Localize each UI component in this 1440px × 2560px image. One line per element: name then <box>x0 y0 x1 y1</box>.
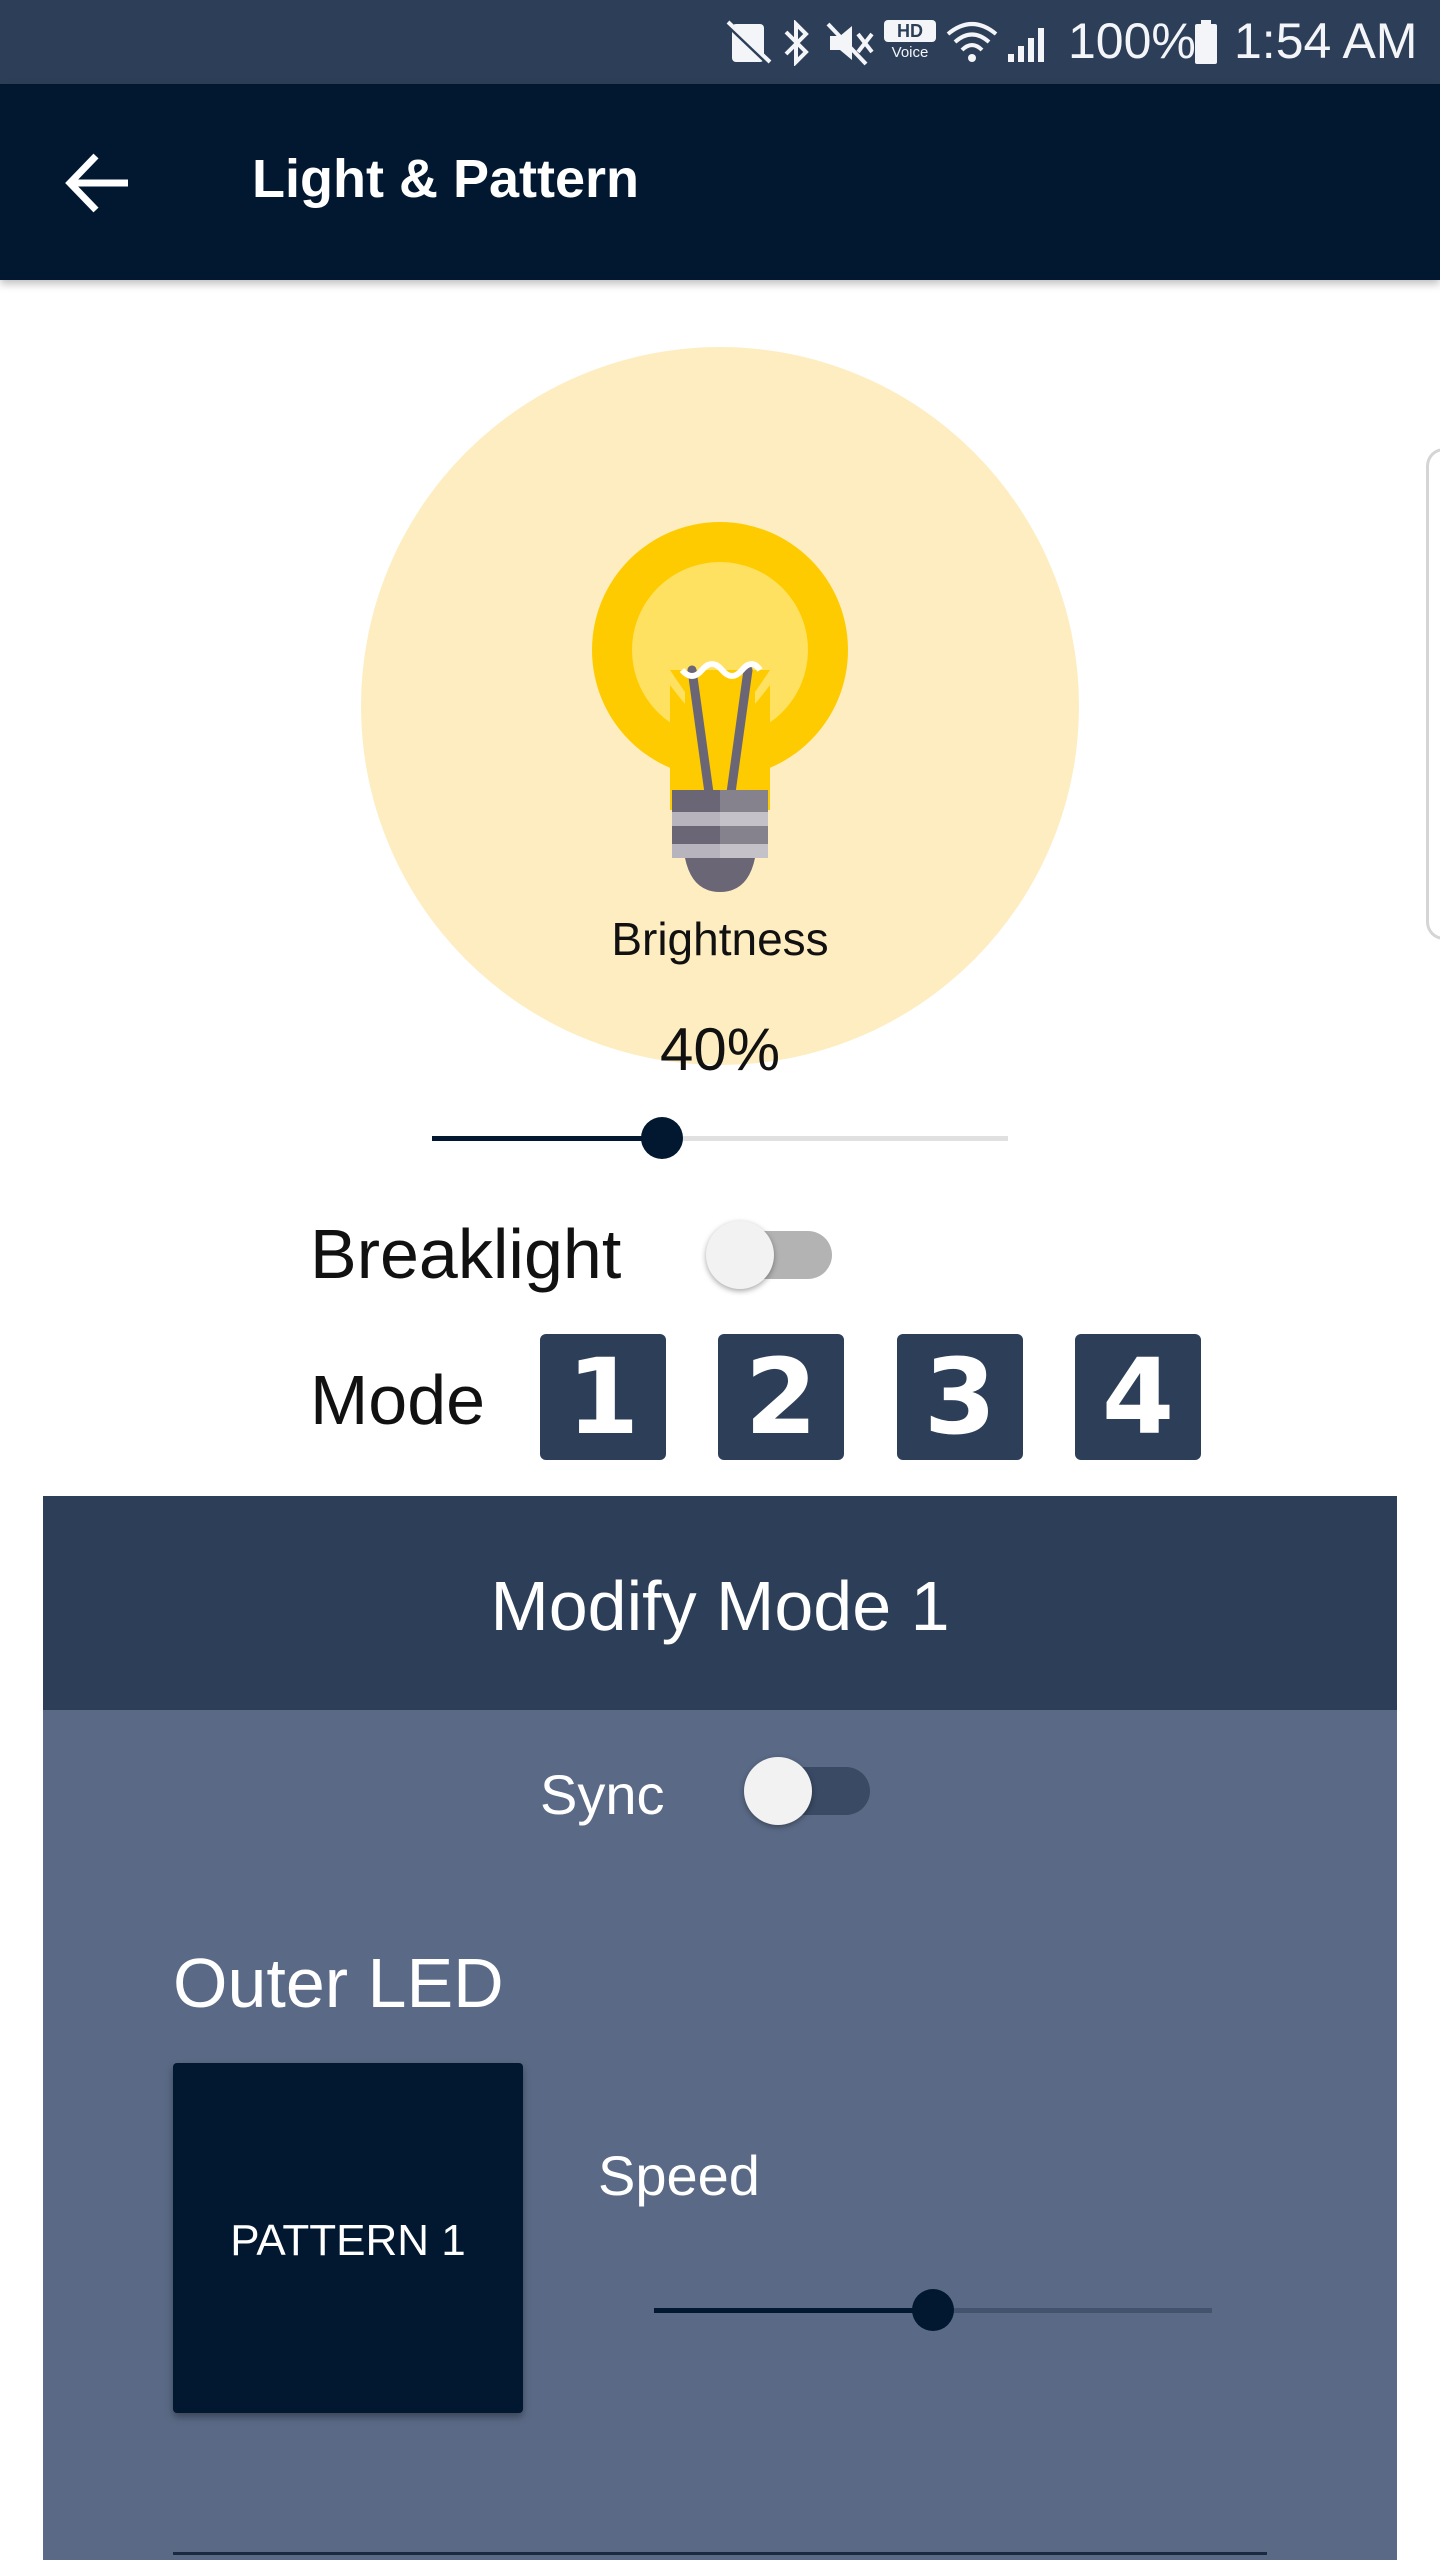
slider-fill <box>432 1136 662 1141</box>
battery-percent: 100% <box>1068 13 1196 69</box>
hd-text: HD <box>884 20 936 42</box>
speed-label: Speed <box>598 2144 760 2207</box>
slider-thumb[interactable] <box>912 2289 954 2331</box>
section-divider <box>173 2552 1267 2555</box>
voice-text: Voice <box>891 44 929 61</box>
outer-led-label: Outer LED <box>173 1944 504 2022</box>
clock: 1:54 AM <box>1234 13 1418 69</box>
mode-button-4[interactable]: 4 <box>1075 1334 1201 1460</box>
toggle-thumb <box>744 1757 812 1825</box>
no-sim-icon <box>726 20 772 66</box>
breaklight-toggle[interactable] <box>706 1220 832 1290</box>
signal-icon <box>1008 28 1044 62</box>
brightness-value: 40% <box>659 1016 781 1083</box>
brightness-label: Brightness <box>611 913 829 965</box>
sync-label: Sync <box>540 1763 665 1826</box>
lightbulb-icon <box>592 522 848 892</box>
bluetooth-icon <box>784 20 809 66</box>
speed-slider[interactable] <box>654 2289 1212 2331</box>
mode-label: Mode <box>310 1361 486 1439</box>
mode-button-3[interactable]: 3 <box>897 1334 1023 1460</box>
edge-panel-handle[interactable] <box>1426 448 1440 940</box>
modify-panel-title: Modify Mode 1 <box>490 1567 950 1645</box>
back-button[interactable] <box>50 128 150 238</box>
mode-button-1[interactable]: 1 <box>540 1334 666 1460</box>
page-title: Light & Pattern <box>252 149 639 209</box>
status-bar <box>0 0 1440 84</box>
toggle-thumb <box>706 1221 774 1289</box>
pattern-button-label: PATTERN 1 <box>230 2216 466 2265</box>
slider-fill <box>654 2308 933 2313</box>
wifi-icon <box>946 22 998 62</box>
mode-button-2[interactable]: 2 <box>718 1334 844 1460</box>
brightness-slider[interactable] <box>432 1117 1008 1159</box>
slider-thumb[interactable] <box>641 1117 683 1159</box>
battery-icon <box>1195 20 1217 64</box>
app-bar <box>0 84 1440 280</box>
sync-toggle[interactable] <box>744 1756 870 1826</box>
mute-icon <box>826 22 874 66</box>
hd-voice-icon: HD Voice <box>884 20 936 66</box>
breaklight-label: Breaklight <box>310 1215 622 1293</box>
arrow-left-icon <box>65 153 128 213</box>
